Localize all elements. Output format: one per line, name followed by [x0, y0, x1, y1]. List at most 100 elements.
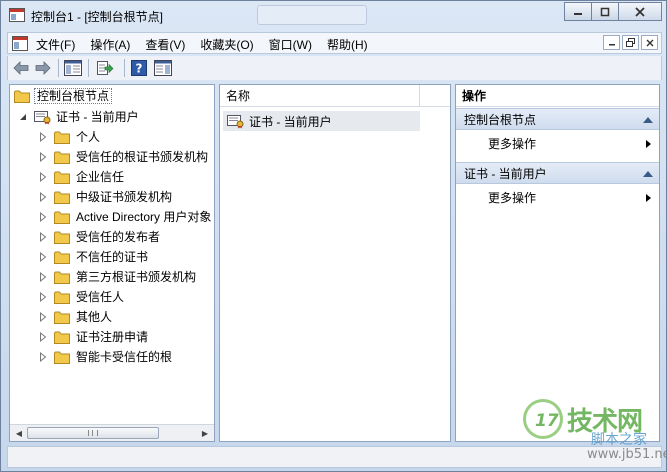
- tree-item-enterprise-trust[interactable]: 企业信任: [38, 168, 124, 186]
- action-section-console-root[interactable]: 控制台根节点: [456, 108, 659, 130]
- minimize-button[interactable]: [564, 2, 592, 21]
- close-icon: [635, 6, 645, 17]
- action-item-label: 更多操作: [488, 137, 537, 151]
- folder-icon: [54, 271, 70, 284]
- column-header-name[interactable]: 名称: [220, 85, 420, 107]
- collapsed-triangle-icon[interactable]: [38, 212, 48, 222]
- tree-item-certificate-enrollment-requests[interactable]: 证书注册申请: [38, 328, 148, 346]
- menu-action[interactable]: 操作(A): [90, 36, 130, 53]
- folder-icon: [54, 171, 70, 184]
- console-tree-pane: 控制台根节点 证书 - 当前用户 个人 受信任的根证书颁发机构 企业信任 中级证…: [9, 84, 215, 442]
- tree-item-label: 不信任的证书: [76, 250, 149, 264]
- scroll-right-arrow-icon[interactable]: ▶: [199, 427, 211, 439]
- minimize-icon: [608, 43, 615, 45]
- export-list-button[interactable]: [96, 59, 114, 77]
- grip-icon: [88, 430, 98, 436]
- tree-item-label: 受信任的发布者: [76, 230, 161, 244]
- action-more-actions[interactable]: 更多操作: [488, 188, 659, 208]
- collapsed-triangle-icon[interactable]: [38, 172, 48, 182]
- close-button[interactable]: [618, 2, 662, 21]
- menu-favorites[interactable]: 收藏夹(O): [200, 36, 253, 53]
- results-pane: 名称 证书 - 当前用户: [219, 84, 451, 442]
- console-tree-icon: [64, 60, 82, 76]
- collapsed-triangle-icon[interactable]: [38, 252, 48, 262]
- collapsed-triangle-icon[interactable]: [38, 132, 48, 142]
- child-minimize-button[interactable]: [603, 35, 620, 50]
- tree-horizontal-scrollbar[interactable]: ◀ ▶: [10, 424, 214, 441]
- tree-item-label: 个人: [76, 130, 101, 144]
- folder-icon: [54, 211, 70, 224]
- child-restore-button[interactable]: [622, 35, 639, 50]
- tree-item-label: 其他人: [76, 310, 113, 324]
- expanded-triangle-icon[interactable]: [18, 112, 28, 122]
- collapsed-triangle-icon[interactable]: [38, 192, 48, 202]
- menu-items: 文件(F) 操作(A) 查看(V) 收藏夹(O) 窗口(W) 帮助(H): [36, 36, 383, 53]
- action-section-title: 证书 - 当前用户: [464, 167, 547, 181]
- console-menu-icon[interactable]: [12, 36, 28, 51]
- menu-window[interactable]: 窗口(W): [269, 36, 312, 53]
- scroll-left-arrow-icon[interactable]: ◀: [13, 427, 25, 439]
- action-section-title: 控制台根节点: [464, 113, 537, 127]
- back-button[interactable]: [12, 59, 30, 77]
- tree-item-personal[interactable]: 个人: [38, 128, 100, 146]
- tree-item-trusted-people[interactable]: 受信任人: [38, 288, 124, 306]
- maximize-button[interactable]: [591, 2, 619, 21]
- collapsed-triangle-icon[interactable]: [38, 292, 48, 302]
- collapse-section-icon[interactable]: [643, 171, 653, 177]
- folder-icon: [54, 351, 70, 364]
- help-icon: ?: [131, 60, 147, 76]
- window-title: 控制台1 - [控制台根节点]: [31, 10, 164, 24]
- toolbar-separator: [58, 59, 59, 77]
- list-item[interactable]: 证书 - 当前用户: [223, 111, 420, 131]
- forward-arrow-icon: [35, 61, 51, 75]
- tree-node-certificates-current-user[interactable]: 证书 - 当前用户: [18, 108, 139, 125]
- collapsed-triangle-icon[interactable]: [38, 332, 48, 342]
- tree-node-label: 证书 - 当前用户: [56, 110, 139, 124]
- action-more-actions[interactable]: 更多操作: [488, 134, 659, 154]
- tree-item-label: 企业信任: [76, 170, 125, 184]
- submenu-arrow-icon: [646, 194, 651, 202]
- collapse-section-icon[interactable]: [643, 117, 653, 123]
- toolbar-separator: [124, 59, 125, 77]
- scrollbar-thumb[interactable]: [27, 427, 159, 439]
- collapsed-triangle-icon[interactable]: [38, 152, 48, 162]
- action-pane-title: 操作: [456, 85, 659, 107]
- collapsed-triangle-icon[interactable]: [38, 312, 48, 322]
- tree-item-other-people[interactable]: 其他人: [38, 308, 112, 326]
- tree-item-label: 受信任的根证书颁发机构: [76, 150, 209, 164]
- close-icon: [646, 39, 653, 46]
- child-close-button[interactable]: [641, 35, 658, 50]
- menu-file[interactable]: 文件(F): [36, 36, 75, 53]
- tree-item-third-party-root-ca[interactable]: 第三方根证书颁发机构: [38, 268, 196, 286]
- collapsed-triangle-icon[interactable]: [38, 232, 48, 242]
- tree-root-label: 控制台根节点: [34, 88, 113, 104]
- status-bar: [7, 446, 662, 468]
- certificate-store-icon: [227, 115, 244, 129]
- tree-item-label: 智能卡受信任的根: [76, 350, 173, 364]
- collapsed-triangle-icon[interactable]: [38, 272, 48, 282]
- tree-root-node[interactable]: 控制台根节点: [14, 88, 113, 104]
- forward-button[interactable]: [34, 59, 52, 77]
- back-arrow-icon: [13, 61, 29, 75]
- help-button[interactable]: ?: [130, 59, 148, 77]
- tree-item-intermediate-ca[interactable]: 中级证书颁发机构: [38, 188, 172, 206]
- maximize-icon: [600, 7, 610, 16]
- action-item-label: 更多操作: [488, 191, 537, 205]
- collapsed-triangle-icon[interactable]: [38, 352, 48, 362]
- action-section-certificates-current-user[interactable]: 证书 - 当前用户: [456, 162, 659, 184]
- menu-view[interactable]: 查看(V): [145, 36, 185, 53]
- action-pane-icon: [154, 60, 172, 76]
- show-hide-action-pane-button[interactable]: [154, 59, 172, 77]
- tree-item-trusted-root-ca[interactable]: 受信任的根证书颁发机构: [38, 148, 208, 166]
- tree-item-active-directory-user-object[interactable]: Active Directory 用户对象: [38, 208, 211, 226]
- tree-item-smart-card-trusted-roots[interactable]: 智能卡受信任的根: [38, 348, 172, 366]
- tree-item-trusted-publishers[interactable]: 受信任的发布者: [38, 228, 160, 246]
- tree-item-untrusted-certificates[interactable]: 不信任的证书: [38, 248, 148, 266]
- child-window-controls: [603, 35, 658, 50]
- toolbar: ?: [7, 56, 662, 80]
- console-app-icon: [9, 8, 25, 22]
- show-hide-tree-button[interactable]: [64, 59, 82, 77]
- menu-help[interactable]: 帮助(H): [327, 36, 368, 53]
- title-bar[interactable]: 控制台1 - [控制台根节点]: [1, 1, 666, 31]
- tree-item-label: 受信任人: [76, 290, 125, 304]
